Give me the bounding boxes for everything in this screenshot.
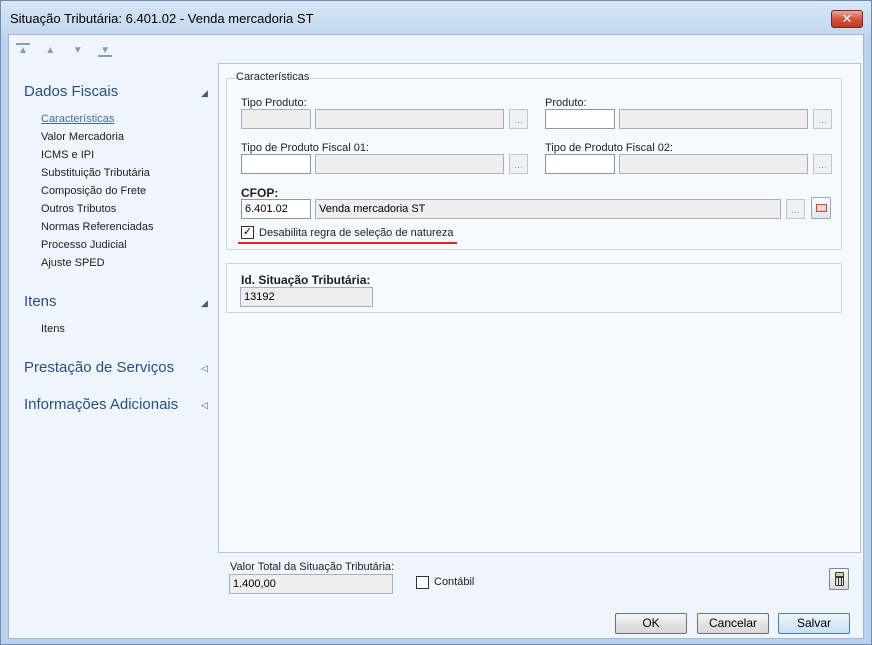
tipo-fiscal-01-label: Tipo de Produto Fiscal 01: [241,142,369,154]
record-navigation: ▲ ▲ ▼ ▼ [16,42,122,57]
group-title-prestacao-servicos[interactable]: Prestação de Serviços [24,359,174,376]
valor-total-field: 1.400,00 [229,574,393,594]
content-panel: Características Tipo Produto: ... Produt… [218,63,861,553]
sidebar-item-icms-ipi[interactable]: ICMS e IPI [41,149,94,161]
group-title-itens[interactable]: Itens [24,293,57,310]
tipo-produto-browse-button[interactable]: ... [509,109,528,129]
title-bar[interactable]: Situação Tributária: 6.401.02 - Venda me… [1,1,871,35]
red-highlight-underline [238,242,457,244]
sidebar-item-normas-referenciadas[interactable]: Normas Referenciadas [41,221,154,233]
sidebar-item-itens[interactable]: Itens [41,323,65,335]
calculator-icon [835,572,844,586]
tipo-fiscal-01-browse-button[interactable]: ... [509,154,528,174]
tipo-produto-label: Tipo Produto: [241,97,307,109]
tipo-fiscal-01-code-field[interactable] [241,154,311,174]
produto-code-field[interactable] [545,109,615,129]
last-record-icon[interactable]: ▼ [98,45,113,57]
cancel-button[interactable]: Cancelar [697,613,769,634]
caracteristicas-legend: Características [235,71,311,83]
document-icon [816,204,827,212]
first-record-icon[interactable]: ▲ [16,43,30,56]
close-button[interactable]: ✕ [831,10,863,28]
expand-itens-icon[interactable]: ◢ [201,298,208,309]
cfop-detail-button[interactable] [811,197,831,219]
window-title: Situação Tributária: 6.401.02 - Venda me… [10,11,314,26]
cfop-browse-button[interactable]: ... [786,199,805,219]
sidebar-item-caracteristicas[interactable]: Características [41,113,114,125]
valor-total-label: Valor Total da Situação Tributária: [230,561,395,573]
sidebar-item-valor-mercadoria[interactable]: Valor Mercadoria [41,131,124,143]
tipo-fiscal-02-desc-field [619,154,808,174]
cfop-desc-field: Venda mercadoria ST [315,199,781,219]
sidebar-item-outros-tributos[interactable]: Outros Tributos [41,203,116,215]
tipo-fiscal-01-desc-field [315,154,504,174]
id-situacao-field: 13192 [240,287,373,307]
tipo-fiscal-02-code-field[interactable] [545,154,615,174]
ok-button[interactable]: OK [615,613,687,634]
contabil-checkbox[interactable] [416,576,429,589]
produto-desc-field [619,109,808,129]
id-situacao-label: Id. Situação Tributária: [241,273,371,287]
save-button[interactable]: Salvar [778,613,850,634]
tipo-fiscal-02-label: Tipo de Produto Fiscal 02: [545,142,673,154]
tipo-fiscal-02-browse-button[interactable]: ... [813,154,832,174]
dialog-window: Situação Tributária: 6.401.02 - Venda me… [0,0,872,645]
group-title-dados-fiscais[interactable]: Dados Fiscais [24,83,118,100]
sidebar-item-ajuste-sped[interactable]: Ajuste SPED [41,257,105,269]
cfop-code-field[interactable]: 6.401.02 [241,199,311,219]
tipo-produto-desc-field [315,109,504,129]
produto-label: Produto: [545,97,587,109]
group-title-informacoes-adicionais[interactable]: Informações Adicionais [24,396,178,413]
produto-browse-button[interactable]: ... [813,109,832,129]
cfop-label: CFOP: [241,186,279,200]
tipo-produto-code-field[interactable] [241,109,311,129]
next-record-icon[interactable]: ▼ [71,45,85,57]
calculator-button[interactable] [829,568,849,590]
contabil-label[interactable]: Contábil [434,576,474,588]
collapse-informacoes-icon[interactable]: ◁ [201,400,208,411]
sidebar-item-substituicao-tributaria[interactable]: Substituição Tributária [41,167,150,179]
previous-record-icon[interactable]: ▲ [43,45,57,57]
dialog-client-area: ▲ ▲ ▼ ▼ Dados Fiscais ◢ Características … [8,34,864,639]
disable-rule-checkbox[interactable]: ✓ [241,226,254,239]
collapse-prestacao-icon[interactable]: ◁ [201,363,208,374]
expand-dados-fiscais-icon[interactable]: ◢ [201,88,208,99]
disable-rule-label[interactable]: Desabilita regra de seleção de natureza [259,227,453,239]
sidebar-item-composicao-frete[interactable]: Composição do Frete [41,185,146,197]
sidebar-item-processo-judicial[interactable]: Processo Judicial [41,239,127,251]
